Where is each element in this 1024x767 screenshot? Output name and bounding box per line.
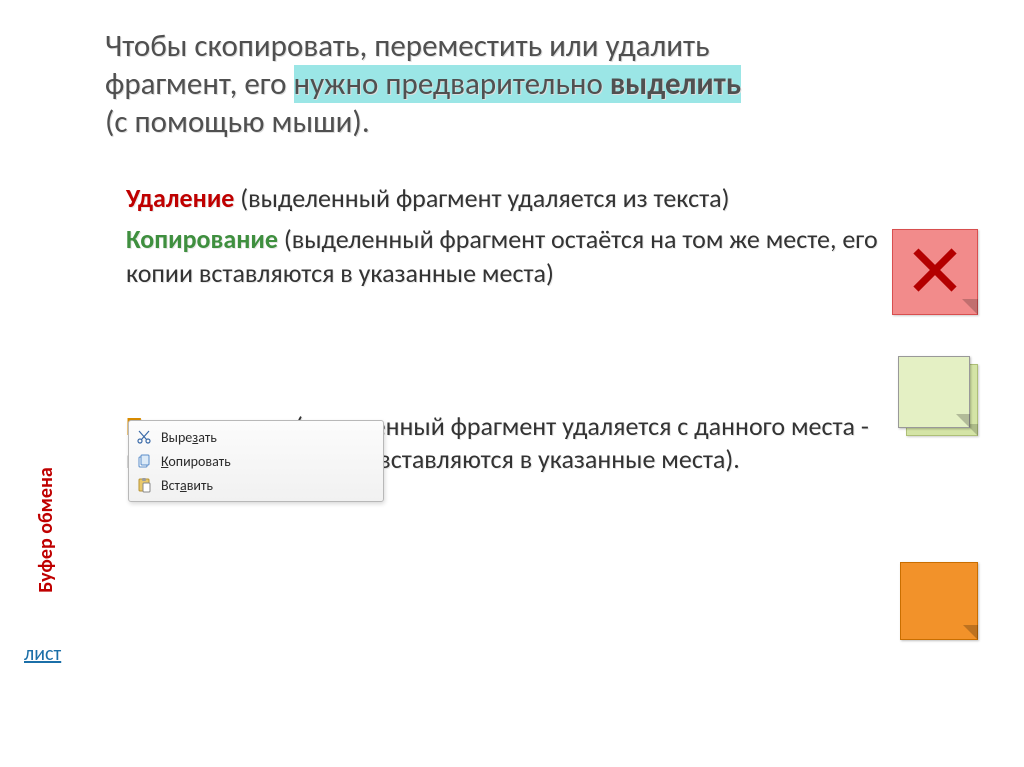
note-move — [900, 562, 978, 640]
slide-title: Чтобы скопировать, переместить или удали… — [105, 28, 865, 141]
close-x-icon: ✕ — [893, 230, 977, 314]
note-front-icon — [898, 356, 970, 428]
keyword-copy: Копирование — [126, 223, 278, 255]
title-line3: (с помощью мыши). — [105, 103, 370, 141]
menu-item-copy[interactable]: Копировать — [129, 449, 383, 473]
title-line1: Чтобы скопировать, переместить или удали… — [105, 27, 710, 65]
copy-icon — [135, 452, 153, 470]
keyword-delete: Удаление — [126, 182, 234, 214]
note-copy — [898, 356, 980, 438]
scissors-icon — [135, 428, 153, 446]
menu-label-paste: Вставить — [161, 477, 213, 494]
note-delete: ✕ — [892, 229, 978, 315]
context-menu: Вырезать Копировать Вставить — [128, 420, 384, 502]
menu-item-cut[interactable]: Вырезать — [129, 425, 383, 449]
slide: { "title": { "line1": "Чтобы скопировать… — [0, 0, 1024, 767]
paragraph-copy: Копирование (выделенный фрагмент остаётс… — [126, 223, 886, 290]
menu-label-cut: Вырезать — [161, 429, 217, 446]
paragraph-delete: Удаление (выделенный фрагмент удаляется … — [126, 182, 886, 215]
paste-icon — [135, 476, 153, 494]
sidebar-clipboard-label: Буфер обмена — [34, 467, 58, 593]
title-line2-prefix: фрагмент, его — [105, 65, 294, 103]
title-highlight: нужно предварительно выделить — [294, 65, 742, 103]
menu-label-copy: Копировать — [161, 453, 231, 470]
menu-item-paste[interactable]: Вставить — [129, 473, 383, 497]
link-sheet[interactable]: лист — [24, 642, 61, 666]
